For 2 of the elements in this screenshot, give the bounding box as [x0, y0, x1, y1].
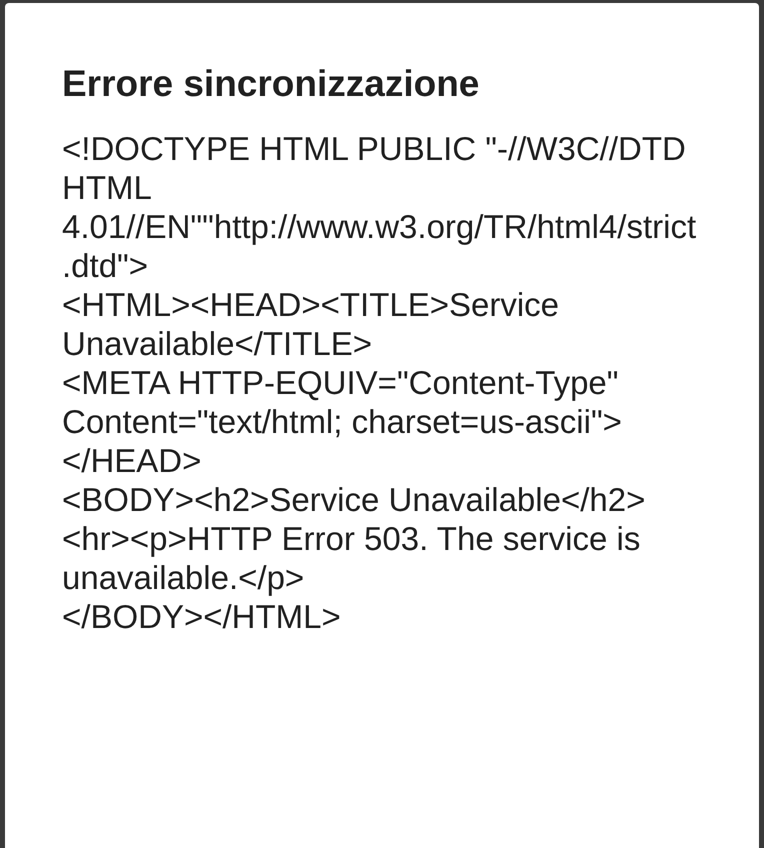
- error-message: <!DOCTYPE HTML PUBLIC "-//W3C//DTD HTML 4.01//EN""http://www.w3.org/TR/html4/strict.dtd"> <HTML><HEAD><TITLE>Service Unavailable</TITLE> <META HTTP-EQUIV="Content-Type" Content="text/html; charset=us-ascii"></HEAD> <BODY><h2>Service Unavailable</h2> <hr><p>HTTP Error 503. The service is unavailable.</p> </BODY></HTML>: [62, 129, 698, 636]
- dialog-title: Errore sincronizzazione: [62, 62, 480, 106]
